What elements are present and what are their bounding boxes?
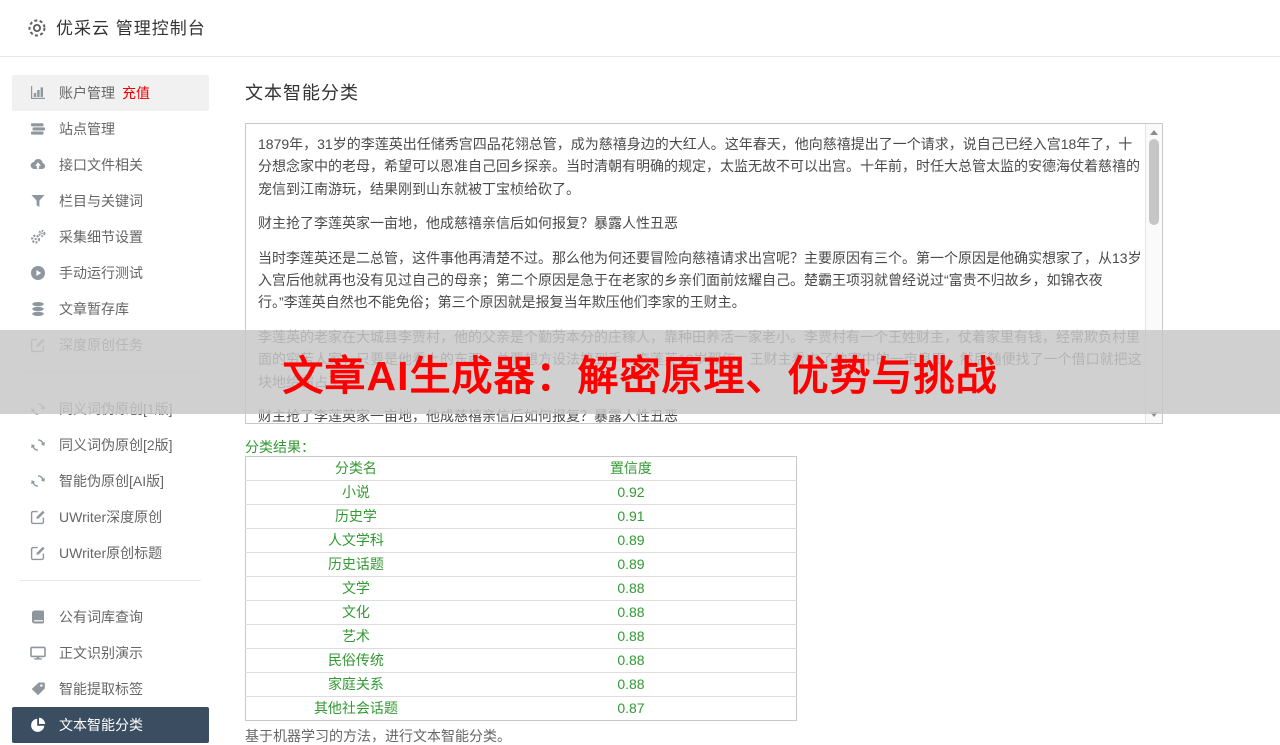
- sidebar-item-13[interactable]: 公有词库查询: [12, 599, 209, 635]
- scroll-up-arrow-icon[interactable]: [1150, 130, 1158, 135]
- sidebar-item-9[interactable]: 同义词伪原创[2版]: [12, 427, 209, 463]
- tag-icon: [30, 681, 46, 697]
- sidebar-item-3[interactable]: 栏目与关键词: [12, 183, 209, 219]
- monitor-icon: [30, 645, 46, 661]
- play-circle-icon: [30, 265, 46, 281]
- results-label: 分类结果：: [245, 439, 315, 455]
- promo-overlay-banner: 文章AI生成器：解密原理、优势与挑战: [0, 330, 1280, 414]
- site-list-icon: [30, 121, 46, 137]
- sidebar-item-12[interactable]: UWriter原创标题: [12, 535, 209, 571]
- scrollbar-thumb[interactable]: [1149, 139, 1159, 225]
- column-header-category: 分类名: [245, 456, 466, 481]
- article-paragraph: 1879年，31岁的李莲英出任储秀宫四品花翎总管，成为慈禧身边的大红人。这年春天…: [258, 136, 1140, 197]
- gear-icon: [26, 17, 48, 39]
- category-cell: 艺术: [245, 624, 466, 649]
- table-row: 其他社会话题 0.87: [246, 697, 797, 721]
- database-icon: [30, 301, 46, 317]
- category-cell: 其他社会话题: [313, 700, 398, 716]
- sidebar-item-4[interactable]: 采集细节设置: [12, 219, 209, 255]
- confidence-cell: 0.88: [465, 600, 797, 625]
- app-title: 优采云 管理控制台: [56, 19, 206, 38]
- sidebar-item-6[interactable]: 文章暂存库: [12, 291, 209, 327]
- table-row: 人文学科 0.89: [245, 528, 797, 553]
- sidebar-item-11[interactable]: UWriter深度原创: [12, 499, 209, 535]
- table-row: 文化 0.88: [245, 600, 797, 625]
- bar-chart-icon: [30, 85, 46, 101]
- refresh-icon: [30, 473, 46, 489]
- refresh-icon: [30, 437, 46, 453]
- category-cell: 家庭关系: [245, 672, 466, 697]
- funnel-icon: [30, 193, 46, 209]
- sidebar-item-15[interactable]: 智能提取标签: [12, 671, 209, 707]
- confidence-cell: 0.89: [465, 552, 797, 577]
- category-cell: 人文学科: [245, 528, 466, 553]
- table-row: 艺术 0.88: [245, 624, 797, 649]
- sidebar-item-14[interactable]: 正文识别演示: [12, 635, 209, 671]
- results-table: 分类名 置信度 小说 0.92 历史学 0.91 人文学科 0.89 历史话题 0.89 文学 0…: [245, 456, 797, 721]
- gears-icon: [30, 229, 46, 245]
- page-title: 文本智能分类: [245, 83, 359, 103]
- sidebar-item-1[interactable]: 站点管理: [12, 111, 209, 147]
- edit-icon: [30, 509, 46, 525]
- cloud-upload-icon: [30, 157, 46, 173]
- article-paragraph: 当时李莲英还是二总管，这件事他再清楚不过。那么他为何还要冒险向慈禧请求出宫呢？主…: [258, 249, 1142, 311]
- footnote-text: 基于机器学习的方法，进行文本智能分类。: [245, 728, 511, 744]
- recharge-badge[interactable]: 充值: [122, 83, 150, 103]
- category-cell: 文化: [245, 600, 466, 625]
- confidence-cell: 0.87: [617, 700, 645, 716]
- table-row: 民俗传统 0.88: [245, 648, 797, 673]
- table-row: 历史话题 0.89: [245, 552, 797, 577]
- confidence-cell: 0.91: [465, 504, 797, 529]
- app-window: 优采云 管理控制台 账户管理 充值 站点管理 接口文件相关 栏目与关键词 采集细…: [0, 0, 1280, 745]
- promo-overlay-text: 文章AI生成器：解密原理、优势与挑战: [282, 353, 998, 399]
- table-row: 小说 0.92: [245, 480, 797, 505]
- table-header-row: 分类名 置信度: [245, 456, 797, 481]
- sidebar-item-0[interactable]: 账户管理 充值: [12, 75, 209, 111]
- category-cell: 历史学: [245, 504, 466, 529]
- table-body: 小说 0.92 历史学 0.91 人文学科 0.89 历史话题 0.89 文学 0.88 文化 0.8…: [245, 480, 797, 721]
- category-cell: 小说: [245, 480, 466, 505]
- table-row: 家庭关系 0.88: [245, 672, 797, 697]
- category-cell: 文学: [245, 576, 466, 601]
- category-cell: 历史话题: [245, 552, 466, 577]
- confidence-cell: 0.88: [465, 672, 797, 697]
- column-header-confidence: 置信度: [465, 456, 797, 481]
- top-header: 优采云 管理控制台: [0, 0, 1280, 57]
- sidebar-item-10[interactable]: 智能伪原创[AI版]: [12, 463, 209, 499]
- sidebar-item-5[interactable]: 手动运行测试: [12, 255, 209, 291]
- confidence-cell: 0.88: [465, 648, 797, 673]
- confidence-cell: 0.88: [465, 576, 797, 601]
- sidebar-item-2[interactable]: 接口文件相关: [12, 147, 209, 183]
- article-paragraph: 财主抢了李莲英家一亩地，他成慈禧亲信后如何报复？暴露人性丑恶: [258, 215, 678, 232]
- sidebar-item-16[interactable]: 文本智能分类: [12, 707, 209, 743]
- confidence-cell: 0.92: [465, 480, 797, 505]
- confidence-cell: 0.89: [465, 528, 797, 553]
- table-row: 历史学 0.91: [245, 504, 797, 529]
- edit-icon: [30, 545, 46, 561]
- confidence-cell: 0.88: [465, 624, 797, 649]
- book-icon: [30, 609, 46, 625]
- sidebar-divider: [12, 580, 209, 599]
- category-cell: 民俗传统: [245, 648, 466, 673]
- table-row: 文学 0.88: [245, 576, 797, 601]
- pie-chart-icon: [30, 717, 46, 733]
